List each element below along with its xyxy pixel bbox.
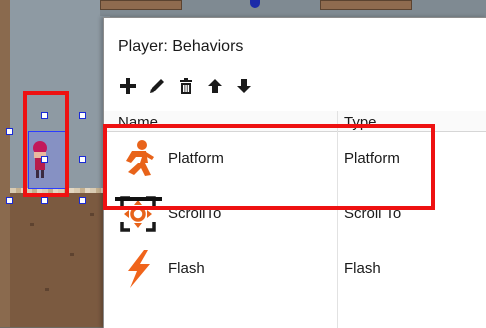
- add-icon: [120, 78, 136, 94]
- top-tile-strip: [100, 0, 486, 16]
- blue-object: [250, 0, 260, 8]
- dirt-speck: [70, 253, 74, 256]
- flash-lightning-icon: [128, 250, 150, 288]
- behavior-row-flash[interactable]: Flash Flash: [104, 241, 486, 296]
- move-up-icon: [208, 79, 222, 93]
- annotation-highlight-platform-row: [103, 124, 435, 210]
- edit-icon: [150, 79, 164, 93]
- resize-handle[interactable]: [6, 128, 13, 135]
- delete-behavior-button[interactable]: [176, 76, 196, 96]
- add-behavior-button[interactable]: [118, 76, 138, 96]
- dirt-speck: [30, 223, 34, 226]
- ground-tiles: [10, 193, 110, 327]
- dialog-title: Player: Behaviors: [118, 38, 244, 55]
- resize-handle[interactable]: [41, 197, 48, 204]
- dirt-speck: [90, 213, 94, 216]
- behaviors-toolbar: [118, 76, 254, 96]
- move-down-button[interactable]: [234, 76, 254, 96]
- behavior-type: Flash: [344, 260, 381, 277]
- resize-handle[interactable]: [6, 197, 13, 204]
- annotation-highlight-sprite: [23, 91, 69, 197]
- move-down-icon: [237, 79, 251, 93]
- resize-handle[interactable]: [79, 197, 86, 204]
- resize-handle[interactable]: [79, 156, 86, 163]
- brick-tile: [100, 0, 182, 10]
- move-up-button[interactable]: [205, 76, 225, 96]
- delete-icon: [180, 78, 192, 94]
- edit-behavior-button[interactable]: [147, 76, 167, 96]
- behavior-name: Flash: [168, 260, 205, 277]
- resize-handle[interactable]: [79, 112, 86, 119]
- brick-tile: [320, 0, 412, 10]
- dirt-speck: [45, 288, 49, 291]
